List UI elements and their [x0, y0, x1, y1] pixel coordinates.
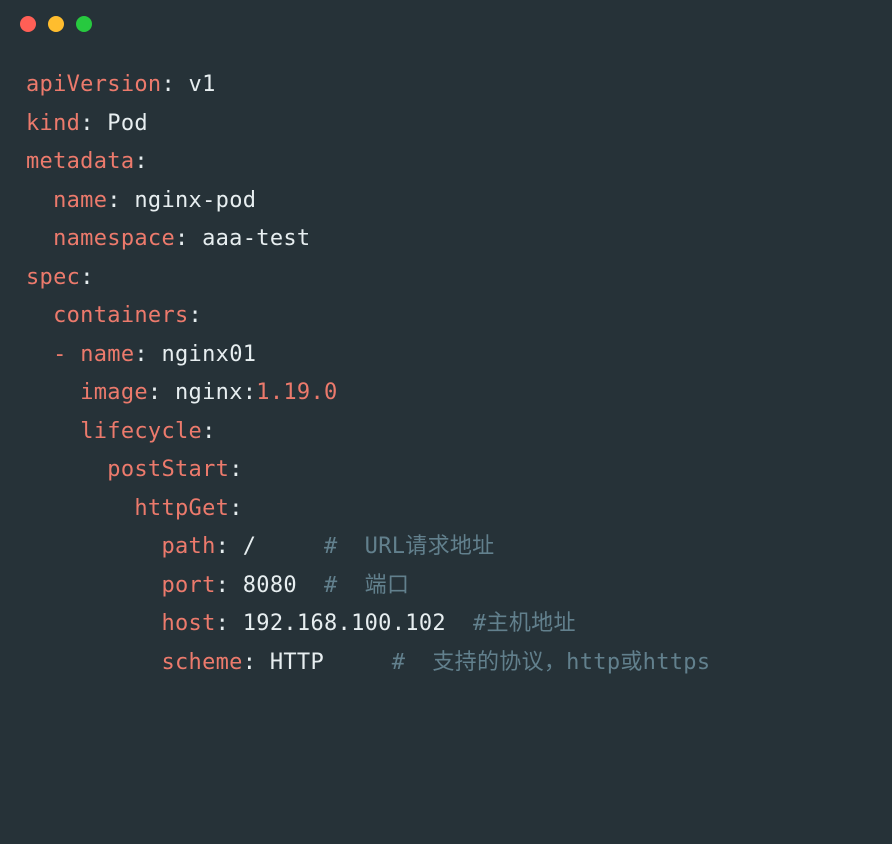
- zoom-icon[interactable]: [76, 16, 92, 32]
- key-kind: kind: [26, 111, 80, 136]
- comment-port: # 端口: [324, 573, 409, 598]
- key-namespace: namespace: [53, 226, 175, 251]
- colon: :: [134, 342, 161, 367]
- terminal-window: apiVersion: v1 kind: Pod metadata: name:…: [0, 0, 892, 844]
- val-path: /: [243, 534, 257, 559]
- val-image-repo: nginx:: [175, 380, 256, 405]
- key-c-name: name: [80, 342, 134, 367]
- val-image-tag: 1.19.0: [256, 380, 337, 405]
- colon: :: [189, 303, 203, 328]
- val-scheme: HTTP: [270, 650, 324, 675]
- colon: :: [175, 226, 202, 251]
- minimize-icon[interactable]: [48, 16, 64, 32]
- yaml-code-block: apiVersion: v1 kind: Pod metadata: name:…: [0, 66, 892, 682]
- key-apiVersion: apiVersion: [26, 72, 161, 97]
- close-icon[interactable]: [20, 16, 36, 32]
- window-titlebar: [0, 16, 892, 32]
- colon: :: [216, 534, 243, 559]
- key-host: host: [161, 611, 215, 636]
- comment-host: #主机地址: [473, 611, 576, 636]
- key-httpGet: httpGet: [134, 496, 229, 521]
- colon: :: [107, 188, 134, 213]
- comment-path: # URL请求地址: [324, 534, 494, 559]
- val-kind: Pod: [107, 111, 148, 136]
- key-name: name: [53, 188, 107, 213]
- key-lifecycle: lifecycle: [80, 419, 202, 444]
- colon: :: [229, 457, 243, 482]
- comment-scheme: # 支持的协议，http或https: [392, 650, 711, 675]
- colon: :: [161, 72, 188, 97]
- colon: :: [216, 573, 243, 598]
- yaml-list-dash: -: [53, 342, 67, 367]
- val-name: nginx-pod: [134, 188, 256, 213]
- key-path: path: [161, 534, 215, 559]
- val-port: 8080: [243, 573, 297, 598]
- key-spec: spec: [26, 265, 80, 290]
- val-namespace: aaa-test: [202, 226, 310, 251]
- key-image: image: [80, 380, 148, 405]
- key-postStart: postStart: [107, 457, 229, 482]
- colon: :: [229, 496, 243, 521]
- colon: :: [80, 111, 107, 136]
- key-metadata: metadata: [26, 149, 134, 174]
- key-scheme: scheme: [161, 650, 242, 675]
- val-apiVersion: v1: [189, 72, 216, 97]
- colon: :: [216, 611, 243, 636]
- colon: :: [243, 650, 270, 675]
- colon: :: [148, 380, 175, 405]
- colon: :: [80, 265, 94, 290]
- val-c-name: nginx01: [161, 342, 256, 367]
- key-port: port: [161, 573, 215, 598]
- key-containers: containers: [53, 303, 188, 328]
- val-host: 192.168.100.102: [243, 611, 446, 636]
- colon: :: [134, 149, 148, 174]
- colon: :: [202, 419, 216, 444]
